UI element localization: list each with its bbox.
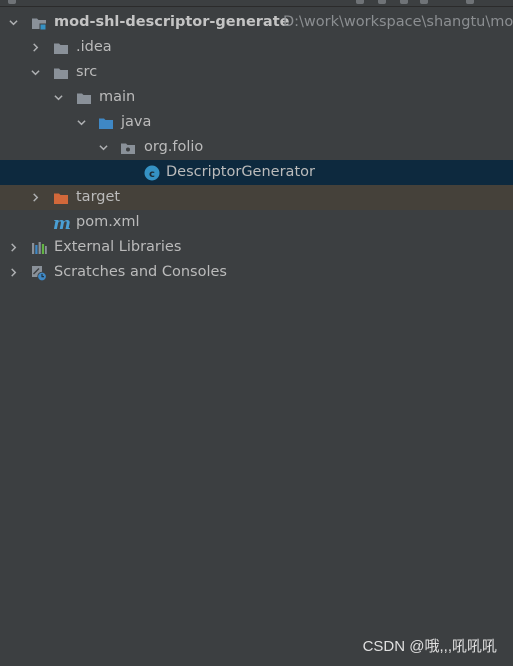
tree-node-module-root[interactable]: mod-shl-descriptor-generate D:\work\work…: [0, 10, 513, 35]
node-label: DescriptorGenerator: [166, 164, 315, 180]
folder-icon: [54, 43, 68, 54]
folder-icon: [54, 68, 68, 79]
chevron-right-icon[interactable]: [31, 43, 40, 52]
node-label: Scratches and Consoles: [54, 264, 227, 280]
svg-text:m: m: [53, 215, 71, 231]
node-label: src: [76, 64, 98, 80]
tree-node-class-selected[interactable]: c DescriptorGenerator: [0, 160, 513, 185]
tree-node-java[interactable]: java: [0, 110, 513, 135]
tree-node-src[interactable]: src: [0, 60, 513, 85]
tree-node-external-libraries[interactable]: External Libraries: [0, 235, 513, 260]
libraries-icon: [32, 242, 47, 254]
tree-node-package[interactable]: org.folio: [0, 135, 513, 160]
chevron-right-icon[interactable]: [9, 268, 18, 277]
watermark: CSDN @哦,,,吼吼吼: [362, 638, 497, 655]
source-folder-icon: [99, 118, 113, 129]
excluded-folder-icon: [54, 193, 68, 204]
chevron-down-icon[interactable]: [31, 68, 40, 77]
package-icon: [121, 143, 135, 154]
node-label: java: [121, 114, 152, 130]
chevron-right-icon[interactable]: [9, 243, 18, 252]
chevron-down-icon[interactable]: [77, 118, 86, 127]
node-label: main: [99, 89, 136, 105]
tree-node-pom[interactable]: m pom.xml: [0, 210, 513, 235]
tree-node-idea[interactable]: .idea: [0, 35, 513, 60]
header-icon-fragment: [8, 0, 16, 4]
options-icon[interactable]: [420, 0, 428, 4]
tree-node-target[interactable]: target: [0, 185, 513, 210]
chevron-down-icon[interactable]: [54, 93, 63, 102]
hide-icon[interactable]: [466, 0, 474, 4]
scratches-icon: [32, 266, 47, 281]
expand-all-icon[interactable]: [378, 0, 386, 4]
svg-text:c: c: [149, 169, 155, 180]
java-class-icon: c: [144, 165, 160, 181]
collapse-all-icon[interactable]: [400, 0, 408, 4]
node-label: target: [76, 189, 121, 205]
module-name: mod-shl-descriptor-generate: [54, 14, 290, 30]
module-folder-icon: [32, 18, 47, 31]
tree-node-scratches[interactable]: Scratches and Consoles: [0, 260, 513, 285]
node-label: .idea: [76, 39, 112, 55]
chevron-down-icon[interactable]: [9, 18, 18, 27]
tool-window-header: [0, 0, 513, 7]
tree-node-main[interactable]: main: [0, 85, 513, 110]
project-tree: mod-shl-descriptor-generate D:\work\work…: [0, 10, 513, 285]
node-label: External Libraries: [54, 239, 182, 255]
chevron-down-icon[interactable]: [99, 143, 108, 152]
folder-icon: [77, 93, 91, 104]
module-path: D:\work\workspace\shangtu\mo: [283, 14, 513, 30]
node-label: pom.xml: [76, 214, 140, 230]
locate-icon[interactable]: [356, 0, 364, 4]
chevron-right-icon[interactable]: [31, 193, 40, 202]
maven-icon: m: [53, 215, 71, 231]
node-label: org.folio: [144, 139, 204, 155]
